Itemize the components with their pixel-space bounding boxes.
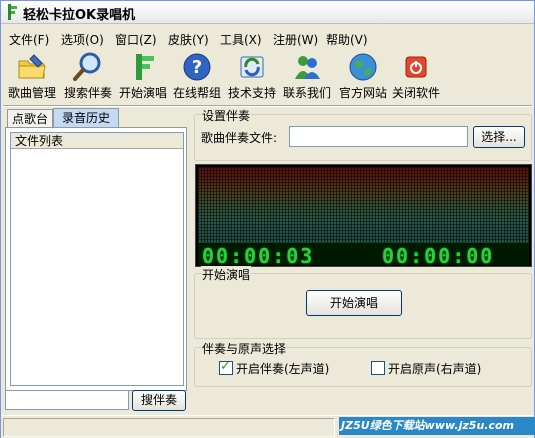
support-icon	[240, 56, 264, 78]
accompaniment-label: 开启伴奏(左声道)	[236, 362, 330, 376]
file-list[interactable]: 文件列表	[10, 132, 184, 386]
magnifier-icon	[73, 52, 101, 81]
menu-file[interactable]: 文件(F)	[9, 31, 49, 48]
toolbar-label: 关闭软件	[391, 86, 440, 100]
accompaniment-checkbox[interactable]	[219, 359, 233, 375]
menu-options[interactable]: 选项(O)	[61, 31, 104, 48]
menu-window[interactable]: 窗口(Z)	[115, 31, 157, 48]
svg-text:?: ?	[192, 57, 202, 78]
app-window: 轻松卡拉OK录唱机 文件(F) 选项(O) 窗口(Z) 皮肤(Y) 工具(X) …	[0, 0, 535, 438]
total-timer: 00:00:00	[382, 244, 495, 268]
menu-register[interactable]: 注册(W)	[273, 31, 318, 48]
menu-help[interactable]: 帮助(V)	[326, 31, 368, 48]
toolbar-label: 在线帮组	[172, 86, 221, 100]
spectrum-bars	[198, 167, 529, 243]
tab-content: 文件列表	[5, 127, 187, 391]
help-icon: ?	[183, 53, 211, 81]
window-title: 轻松卡拉OK录唱机	[23, 8, 136, 23]
status-cell	[3, 418, 335, 437]
original-voice-checkbox[interactable]	[371, 361, 385, 375]
timer-bar: 00:00:03 00:00:00	[198, 242, 529, 268]
globe-icon	[349, 53, 377, 81]
left-panel: 点歌台 录音历史 文件列表	[5, 108, 187, 391]
microphone-icon	[136, 54, 154, 80]
toolbar-label: 歌曲管理	[7, 86, 56, 100]
original-voice-label: 开启原声(右声道)	[388, 362, 482, 376]
accompaniment-file-input[interactable]	[289, 126, 468, 147]
group-title: 伴奏与原声选择	[201, 340, 288, 357]
elapsed-timer: 00:00:03	[202, 244, 315, 268]
search-input[interactable]	[5, 390, 129, 410]
toolbar-label: 联系我们	[282, 86, 331, 100]
start-singing-group: 开始演唱 开始演唱	[194, 266, 532, 339]
toolbar-support-button[interactable]: 技术支持	[225, 51, 279, 101]
tab-recording-history[interactable]: 录音历史	[53, 108, 119, 128]
toolbar-search-button[interactable]: 搜索伴奏	[61, 51, 115, 101]
toolbar-online-help-button[interactable]: ? 在线帮组	[170, 51, 224, 101]
app-icon	[8, 4, 17, 20]
tab-song-picker[interactable]: 点歌台	[7, 109, 53, 128]
toolbar-label: 搜索伴奏	[63, 86, 112, 100]
toolbar-contact-button[interactable]: 联系我们	[280, 51, 334, 101]
set-accompaniment-group: 设置伴奏 歌曲伴奏文件: 选择...	[194, 107, 532, 161]
file-list-header[interactable]: 文件列表	[11, 133, 183, 149]
toolbar-song-manage-button[interactable]: 歌曲管理	[5, 51, 59, 101]
watermark-banner: JZ5U绿色下载站www.jz5u.com	[339, 417, 535, 435]
group-title: 开始演唱	[201, 266, 252, 283]
file-label: 歌曲伴奏文件:	[201, 131, 278, 145]
toolbar-close-app-button[interactable]: 关闭软件	[389, 51, 443, 101]
menu-bar: 文件(F) 选项(O) 窗口(Z) 皮肤(Y) 工具(X) 注册(W) 帮助(V…	[1, 29, 534, 49]
toolbar-divider	[3, 105, 532, 107]
group-title: 设置伴奏	[201, 107, 252, 124]
toolbar-label: 技术支持	[227, 86, 276, 100]
toolbar-website-button[interactable]: 官方网站	[336, 51, 390, 101]
channel-select-group: 伴奏与原声选择 开启伴奏(左声道) 开启原声(右声道)	[194, 340, 532, 387]
menu-skin[interactable]: 皮肤(Y)	[168, 31, 209, 48]
spectrum-visualizer: 00:00:03 00:00:00	[195, 164, 532, 268]
menu-tools[interactable]: 工具(X)	[220, 31, 262, 48]
folder-edit-icon	[18, 54, 46, 79]
browse-button[interactable]: 选择...	[473, 126, 525, 148]
search-accompaniment-button[interactable]: 搜伴奏	[132, 390, 186, 411]
start-singing-button[interactable]: 开始演唱	[306, 290, 402, 316]
toolbar-start-sing-button[interactable]: 开始演唱	[116, 51, 170, 101]
toolbar-label: 官方网站	[338, 86, 387, 100]
title-bar: 轻松卡拉OK录唱机	[1, 1, 534, 24]
power-icon	[405, 56, 427, 78]
toolbar: 歌曲管理 搜索伴奏 开始演唱 ? 在线帮组 技术支持 联系我们 官方网站 关闭软…	[1, 51, 534, 103]
messenger-icon	[295, 56, 320, 79]
toolbar-label: 开始演唱	[118, 86, 167, 100]
